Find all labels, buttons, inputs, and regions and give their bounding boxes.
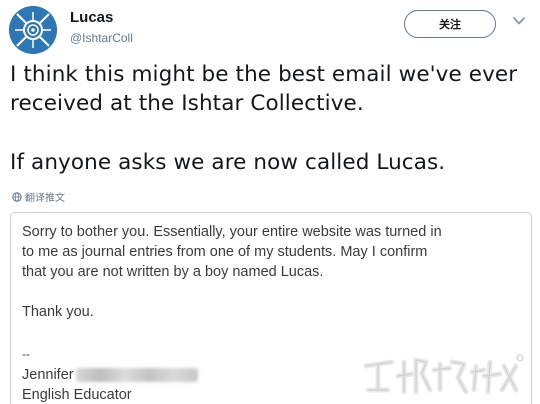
globe-icon bbox=[12, 191, 22, 202]
follow-button[interactable]: 关注 bbox=[404, 10, 496, 38]
translate-tweet-link[interactable]: 翻译推文 bbox=[12, 189, 65, 204]
signature-title: English Educator bbox=[22, 387, 132, 403]
avatar[interactable] bbox=[9, 6, 57, 54]
translate-label: 翻译推文 bbox=[25, 193, 65, 204]
email-body: Sorry to bother you. Essentially, your e… bbox=[22, 222, 442, 282]
signature-name: Jennifer bbox=[22, 367, 198, 383]
user-handle[interactable]: @IshtarColl bbox=[70, 31, 133, 45]
ishtar-logo-icon bbox=[9, 6, 57, 54]
email-thanks: Thank you. bbox=[22, 304, 94, 320]
email-line: that you are not written by a boy named … bbox=[22, 264, 324, 280]
tweet-line: If anyone asks we are now called Lucas. bbox=[10, 150, 446, 175]
signature-first-name: Jennifer bbox=[22, 367, 74, 383]
signature-dash: -- bbox=[22, 347, 30, 361]
email-line: to me as journal entries from one of my … bbox=[22, 244, 428, 260]
tweet-line: received at the Ishtar Collective. bbox=[10, 91, 364, 116]
tweet-line: I think this might be the best email we'… bbox=[10, 62, 518, 87]
email-line: Sorry to bother you. Essentially, your e… bbox=[22, 224, 442, 240]
tweet-text: I think this might be the best email we'… bbox=[10, 60, 535, 177]
chevron-down-icon[interactable] bbox=[513, 16, 525, 26]
watermark-logo bbox=[363, 354, 524, 395]
redacted-surname bbox=[75, 368, 198, 382]
user-name[interactable]: Lucas bbox=[70, 9, 113, 26]
